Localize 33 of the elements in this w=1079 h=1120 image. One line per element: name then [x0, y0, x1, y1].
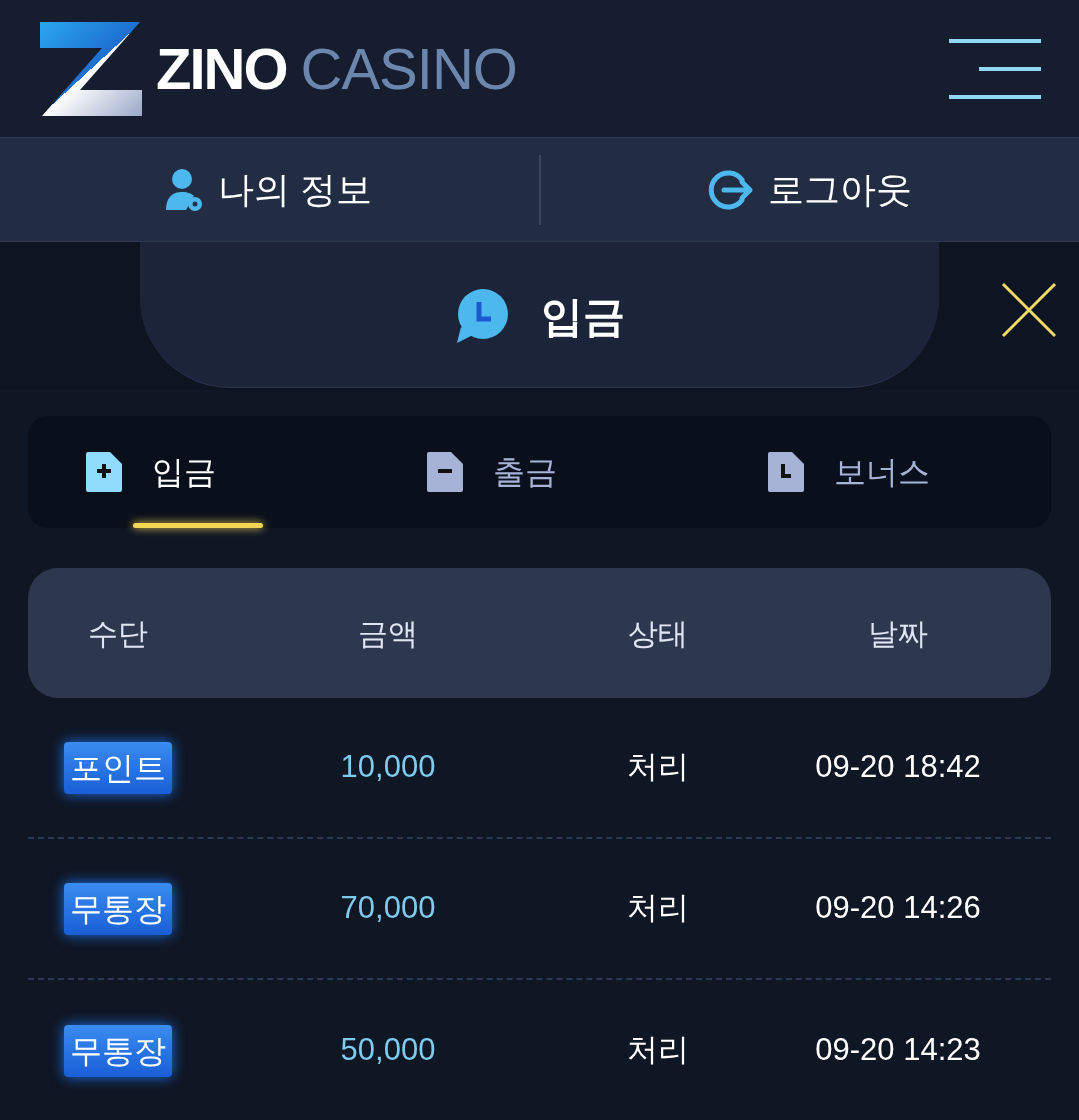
logout-icon	[707, 169, 754, 210]
user-settings-icon	[166, 167, 205, 212]
column-header: 금액	[358, 615, 418, 652]
status-text: 처리	[627, 1031, 689, 1070]
logo-text: ZINO	[156, 39, 287, 98]
method-badge: 무통장	[64, 882, 172, 935]
panel-title: 입금	[540, 291, 625, 342]
method-badge: 무통장	[64, 1024, 172, 1077]
logo-icon	[40, 21, 142, 116]
logo-text: CASINO	[300, 39, 517, 98]
amount-text: 70,000	[340, 889, 436, 928]
status-text: 처리	[627, 748, 689, 787]
method-badge: 포인트	[64, 741, 172, 794]
document-icon	[86, 452, 122, 492]
clock-chat-icon	[454, 289, 511, 343]
date-text: 09-20 18:42	[815, 748, 981, 787]
nav-link[interactable]: 나의 정보	[0, 162, 539, 217]
close-button[interactable]	[1001, 282, 1057, 338]
column-header: 상태	[628, 615, 688, 652]
date-text: 09-20 14:23	[815, 1031, 981, 1070]
document-icon	[427, 452, 463, 492]
status-text: 처리	[627, 889, 689, 928]
tab[interactable]: 보너스	[710, 416, 1051, 528]
amount-text: 50,000	[340, 1031, 436, 1070]
column-header: 수단	[88, 615, 148, 652]
document-icon	[768, 452, 804, 492]
tab[interactable]: 입금	[28, 416, 369, 528]
date-text: 09-20 14:26	[815, 889, 981, 928]
nav-link[interactable]: 로그아웃	[540, 162, 1079, 217]
menu-button[interactable]	[949, 38, 1041, 99]
tab[interactable]: 출금	[369, 416, 710, 528]
amount-text: 10,000	[340, 748, 436, 787]
column-header: 날짜	[868, 615, 928, 652]
